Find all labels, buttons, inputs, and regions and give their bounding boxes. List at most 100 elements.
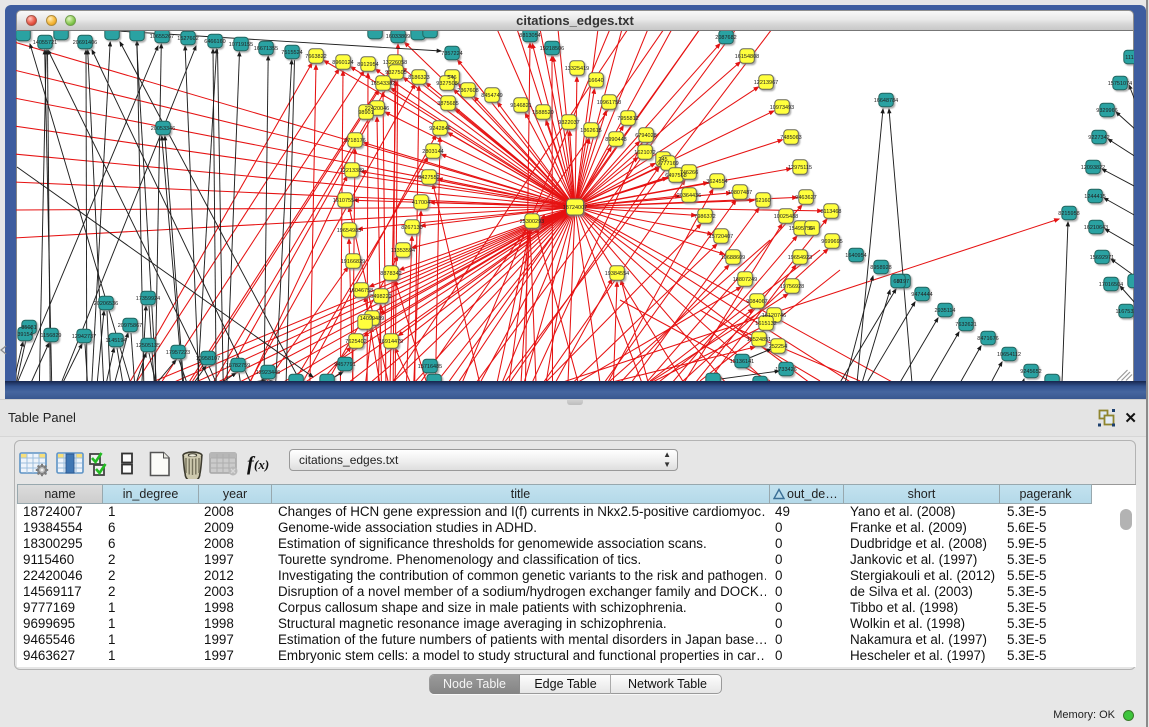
svg-text:64: 64: [809, 226, 815, 232]
svg-text:8186323: 8186323: [408, 75, 429, 81]
svg-text:16914479: 16914479: [379, 339, 403, 345]
svg-text:9146821: 9146821: [510, 103, 531, 109]
svg-text:9327505: 9327505: [385, 70, 406, 76]
svg-text:1167533: 1167533: [1115, 309, 1134, 315]
svg-text:25300293: 25300293: [520, 219, 544, 225]
svg-text:5498222: 5498222: [370, 294, 391, 300]
svg-text:9242846: 9242846: [429, 126, 450, 132]
svg-text:98901: 98901: [358, 110, 373, 116]
svg-text:7955812: 7955812: [617, 116, 638, 122]
svg-text:1145194: 1145194: [105, 338, 126, 344]
svg-text:15716485: 15716485: [418, 364, 442, 370]
svg-text:8427552: 8427552: [418, 175, 439, 181]
svg-text:12505135: 12505135: [136, 343, 160, 349]
svg-text:8912954: 8912954: [357, 62, 378, 68]
svg-text:10961758: 10961758: [597, 100, 621, 106]
svg-text:13226058: 13226058: [383, 60, 407, 66]
svg-text:10654112: 10654112: [997, 352, 1021, 358]
svg-text:16648784: 16648784: [874, 98, 898, 104]
svg-text:8215958: 8215958: [1058, 211, 1079, 217]
svg-text:9327508: 9327508: [436, 81, 457, 87]
svg-text:20364436: 20364436: [677, 193, 701, 199]
svg-text:10688609: 10688609: [721, 255, 745, 261]
svg-text:18807249: 18807249: [733, 277, 757, 283]
svg-text:9777169: 9777169: [657, 161, 678, 167]
svg-text:3875685: 3875685: [437, 101, 458, 107]
svg-text:18724007: 18724007: [563, 205, 587, 211]
svg-text:1733426: 1733426: [775, 367, 796, 373]
svg-text:9699695: 9699695: [821, 239, 842, 245]
svg-text:2935114: 2935114: [934, 308, 955, 314]
svg-text:19654923: 19654923: [788, 255, 812, 261]
svg-text:7663822: 7663822: [305, 54, 326, 60]
svg-text:8878342: 8878342: [380, 271, 401, 277]
svg-text:12942737: 12942737: [72, 334, 96, 340]
svg-text:19166829: 19166829: [341, 259, 365, 265]
svg-text:20691406: 20691406: [73, 40, 97, 46]
svg-text:7632621: 7632621: [955, 322, 976, 328]
svg-text:(x): (x): [254, 457, 269, 472]
svg-text:687: 687: [893, 279, 902, 285]
svg-text:1362615: 1362615: [580, 128, 601, 134]
svg-text:9227342: 9227342: [1088, 135, 1109, 141]
svg-text:85081: 85081: [21, 325, 36, 331]
svg-text:17016504: 17016504: [1099, 282, 1123, 288]
svg-text:11353594: 11353594: [391, 248, 415, 254]
svg-text:14055721: 14055721: [33, 40, 57, 46]
svg-text:9474444: 9474444: [911, 292, 932, 298]
svg-text:1621072: 1621072: [634, 150, 655, 156]
svg-text:6466160: 6466160: [204, 39, 225, 45]
svg-text:8471676: 8471676: [977, 336, 998, 342]
svg-text:2367608: 2367608: [457, 88, 478, 94]
svg-text:9457791: 9457791: [334, 362, 355, 368]
svg-text:2803144: 2803144: [422, 149, 443, 155]
svg-text:16033809: 16033809: [386, 34, 410, 40]
svg-text:16210643: 16210643: [1084, 225, 1108, 231]
svg-text:12923446: 12923446: [256, 370, 280, 376]
svg-text:15136141: 15136141: [730, 359, 754, 365]
svg-text:20053346: 20053346: [151, 126, 175, 132]
svg-text:15692971: 15692971: [1090, 255, 1114, 261]
svg-text:8990448: 8990448: [605, 137, 626, 143]
svg-text:62160: 62160: [755, 198, 770, 204]
svg-text:252254: 252254: [769, 344, 787, 350]
svg-text:1615132: 1615132: [755, 321, 776, 327]
svg-text:8813054: 8813054: [519, 33, 540, 39]
svg-text:9463627: 9463627: [795, 195, 816, 201]
svg-text:417004: 417004: [412, 200, 430, 206]
svg-text:1112: 1112: [1125, 55, 1134, 61]
svg-text:8267130: 8267130: [401, 225, 422, 231]
svg-text:12975115: 12975115: [788, 165, 812, 171]
svg-text:16640: 16640: [588, 78, 603, 84]
svg-text:19654983: 19654983: [337, 228, 361, 234]
svg-text:17957223: 17957223: [166, 350, 190, 356]
svg-text:10958107: 10958107: [196, 356, 220, 362]
svg-text:9084067: 9084067: [746, 299, 767, 305]
svg-text:2087682: 2087682: [715, 35, 736, 41]
svg-text:8454749: 8454749: [481, 93, 502, 99]
svg-text:20975867: 20975867: [118, 323, 142, 329]
svg-text:7515524: 7515524: [281, 50, 302, 56]
svg-text:15720407: 15720407: [709, 234, 733, 240]
svg-text:14099489: 14099489: [360, 316, 384, 322]
svg-text:7625402: 7625402: [345, 339, 366, 345]
svg-text:7986372: 7986372: [694, 214, 715, 220]
svg-text:8113468: 8113468: [820, 209, 841, 215]
svg-text:17359924: 17359924: [136, 296, 160, 302]
svg-text:12213389: 12213389: [340, 168, 364, 174]
svg-text:19756928: 19756928: [780, 284, 804, 290]
svg-text:15751074: 15751074: [1108, 81, 1132, 87]
svg-text:20206536: 20206536: [94, 301, 118, 307]
svg-text:39154: 39154: [17, 332, 32, 338]
svg-text:12213967: 12213967: [754, 80, 778, 86]
svg-text:16107554: 16107554: [333, 198, 357, 204]
svg-text:1156829: 1156829: [40, 333, 61, 339]
svg-text:7357224: 7357224: [441, 51, 462, 57]
svg-text:16120746: 16120746: [762, 313, 786, 319]
svg-text:19384554: 19384554: [605, 271, 629, 277]
svg-text:7485063: 7485063: [780, 135, 801, 141]
svg-text:16154808: 16154808: [735, 54, 759, 60]
svg-text:13325419: 13325419: [565, 66, 589, 72]
svg-text:10719155: 10719155: [229, 42, 253, 48]
svg-text:9322037: 9322037: [558, 120, 579, 126]
